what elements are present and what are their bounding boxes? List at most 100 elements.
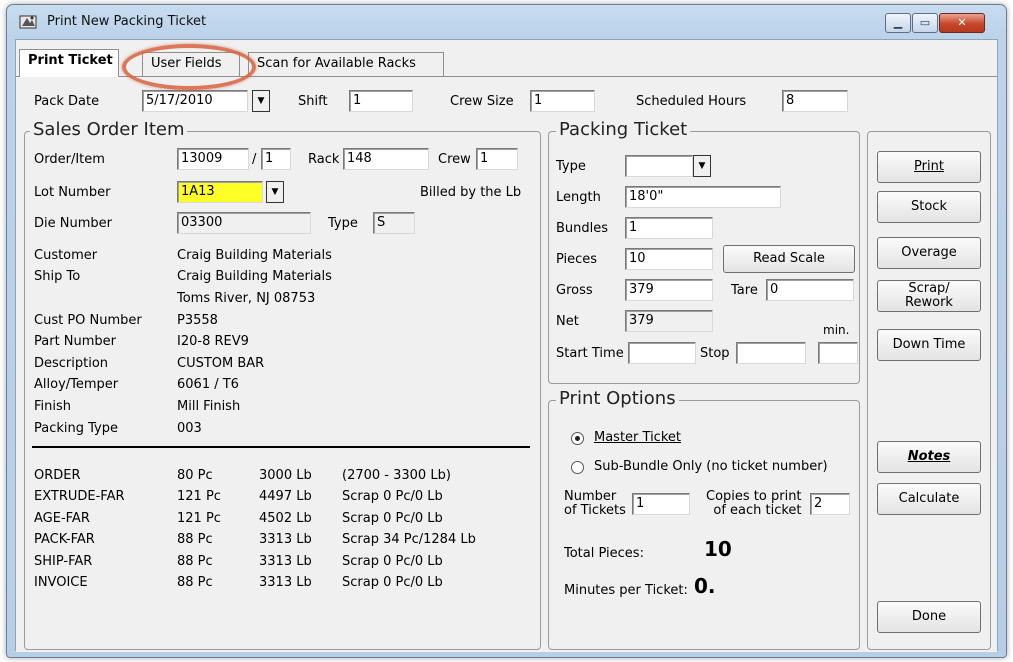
pack-date-dropdown[interactable]: ▼ — [252, 90, 270, 112]
close-button[interactable]: ✕ — [939, 13, 985, 33]
detail-label: Customer — [34, 248, 98, 263]
copies-field[interactable]: 2 — [810, 493, 850, 515]
stage-note: Scrap 34 Pc/1284 Lb — [342, 532, 476, 547]
copies-label: Copies to print of each ticket — [706, 490, 802, 518]
stage-name: INVOICE — [34, 575, 88, 590]
stage-note: (2700 - 3300 Lb) — [342, 468, 451, 483]
stage-lbs: 4502 Lb — [259, 511, 312, 526]
lot-number-dropdown[interactable]: ▼ — [266, 181, 284, 203]
num-tickets-label-line1: Number — [564, 489, 617, 504]
detail-value: Mill Finish — [177, 399, 241, 414]
type-label: Type — [328, 216, 358, 231]
billed-by-text: Billed by the Lb — [420, 185, 522, 200]
stop-time-field[interactable] — [736, 342, 806, 364]
bundles-field[interactable]: 1 — [625, 217, 713, 239]
packing-ticket-title: Packing Ticket — [556, 120, 691, 140]
copies-label-line1: Copies to print — [706, 489, 802, 504]
shift-label: Shift — [298, 94, 328, 109]
length-field[interactable]: 18'0" — [625, 186, 781, 208]
order-field[interactable]: 13009 — [177, 148, 249, 170]
stage-name: PACK-FAR — [34, 532, 95, 547]
detail-label: Cust PO Number — [34, 313, 142, 328]
minutes-per-ticket-value: 0. — [694, 574, 716, 598]
stage-name: AGE-FAR — [34, 511, 90, 526]
window-frame: Print New Packing Ticket ▁ ▭ ✕ Print Tic… — [6, 4, 1007, 658]
crew-size-label: Crew Size — [450, 94, 514, 109]
stage-name: SHIP-FAR — [34, 554, 93, 569]
net-label: Net — [556, 314, 579, 329]
lot-number-label: Lot Number — [34, 185, 111, 200]
order-slash: / — [252, 152, 257, 167]
notes-button[interactable]: Notes — [877, 441, 981, 473]
master-ticket-radio[interactable] — [571, 432, 584, 445]
pack-date-label: Pack Date — [34, 94, 100, 109]
bundles-label: Bundles — [556, 221, 609, 236]
tab-label: User Fields — [151, 56, 222, 71]
start-time-field[interactable] — [628, 342, 696, 364]
die-number-label: Die Number — [34, 216, 112, 231]
tab-label: Scan for Available Racks — [257, 56, 416, 71]
scheduled-hours-field[interactable]: 8 — [782, 90, 848, 112]
detail-value: Craig Building Materials — [177, 269, 332, 284]
num-tickets-field[interactable]: 1 — [632, 493, 690, 515]
gross-field[interactable]: 379 — [625, 279, 713, 301]
calculate-button[interactable]: Calculate — [877, 483, 981, 515]
print-options-title: Print Options — [556, 389, 679, 409]
stage-lbs: 3313 Lb — [259, 532, 312, 547]
stop-label: Stop — [700, 346, 730, 361]
crew-size-field[interactable]: 1 — [530, 90, 595, 112]
stage-note: Scrap 0 Pc/0 Lb — [342, 489, 443, 504]
tab-print-ticket[interactable]: Print Ticket — [19, 49, 119, 77]
pieces-field[interactable]: 10 — [625, 248, 713, 270]
rack-field[interactable]: 148 — [343, 148, 429, 170]
shift-field[interactable]: 1 — [349, 90, 413, 112]
lot-number-field[interactable]: 1A13 — [177, 181, 263, 203]
pt-type-field[interactable] — [625, 155, 693, 177]
tab-user-fields[interactable]: User Fields — [142, 52, 240, 76]
stage-pcs: 121 Pc — [177, 511, 221, 526]
pt-type-dropdown[interactable]: ▼ — [693, 155, 711, 177]
print-button[interactable]: Print — [877, 151, 981, 183]
pt-type-label: Type — [556, 159, 586, 174]
close-icon: ✕ — [957, 16, 967, 29]
sub-bundle-label[interactable]: Sub-Bundle Only (no ticket number) — [594, 459, 828, 474]
scrap-rework-button[interactable]: Scrap/ Rework — [877, 280, 981, 312]
crew-field[interactable]: 1 — [476, 148, 518, 170]
read-scale-button[interactable]: Read Scale — [723, 245, 855, 273]
detail-value: CUSTOM BAR — [177, 356, 265, 371]
detail-label: Part Number — [34, 334, 117, 349]
scrap-label-line2: Rework — [905, 295, 953, 310]
pack-date-field[interactable]: 5/17/2010 — [142, 90, 248, 112]
detail-value: P3558 — [177, 313, 218, 328]
down-time-button[interactable]: Down Time — [877, 329, 981, 361]
type-field: S — [373, 212, 415, 234]
stage-pcs: 121 Pc — [177, 489, 221, 504]
chevron-down-icon: ▼ — [271, 187, 279, 197]
minutes-field[interactable] — [818, 342, 858, 364]
stage-note: Scrap 0 Pc/0 Lb — [342, 554, 443, 569]
stage-pcs: 88 Pc — [177, 554, 213, 569]
maximize-button[interactable]: ▭ — [912, 13, 938, 33]
chevron-down-icon: ▼ — [698, 161, 706, 171]
tab-scan-racks[interactable]: Scan for Available Racks — [248, 52, 444, 76]
title-bar[interactable]: Print New Packing Ticket ▁ ▭ ✕ — [7, 5, 1006, 39]
sub-bundle-radio[interactable] — [571, 461, 584, 474]
tare-label: Tare — [731, 283, 758, 298]
overage-button[interactable]: Overage — [877, 237, 981, 269]
tab-label: Print Ticket — [28, 53, 113, 68]
tab-panel: Pack Date 5/17/2010 ▼ Shift 1 Crew Size … — [16, 77, 997, 652]
rack-label: Rack — [308, 152, 340, 167]
total-pieces-label: Total Pieces: — [564, 546, 644, 561]
tare-field[interactable]: 0 — [766, 279, 854, 301]
stage-pcs: 88 Pc — [177, 575, 213, 590]
crew-label: Crew — [438, 152, 471, 167]
stage-lbs: 4497 Lb — [259, 489, 312, 504]
stock-button[interactable]: Stock — [877, 191, 981, 223]
done-button[interactable]: Done — [877, 601, 981, 633]
minimize-button[interactable]: ▁ — [885, 13, 911, 33]
item-field[interactable]: 1 — [261, 148, 291, 170]
master-ticket-label[interactable]: Master Ticket — [594, 430, 681, 445]
sales-order-title: Sales Order Item — [30, 120, 188, 140]
maximize-icon: ▭ — [919, 16, 931, 29]
stage-lbs: 3000 Lb — [259, 468, 312, 483]
